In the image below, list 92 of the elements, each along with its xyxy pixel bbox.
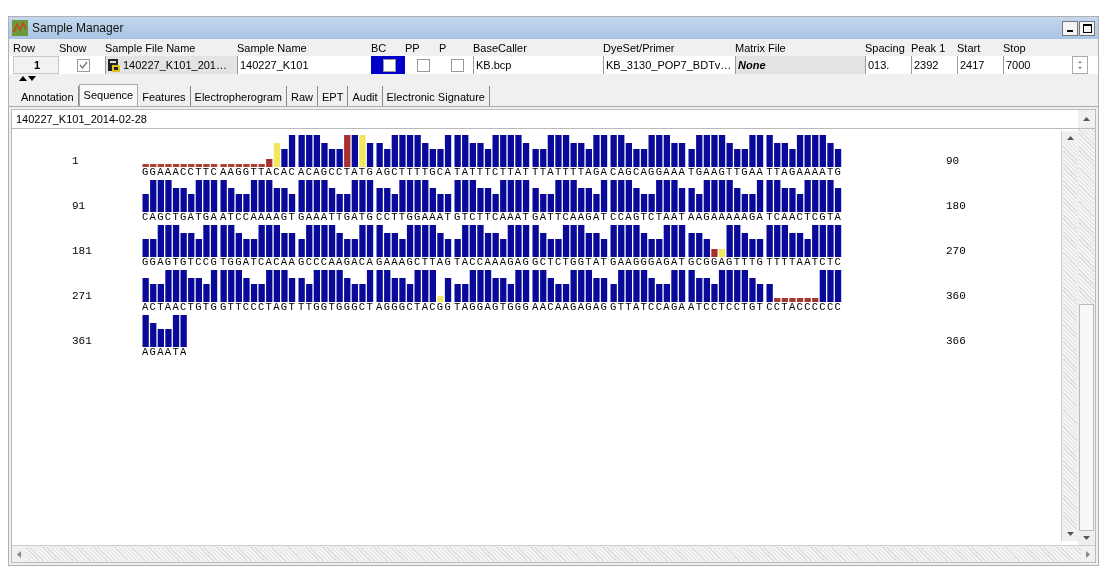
position-number: 360 — [946, 289, 967, 302]
up-arrow-icon — [1065, 135, 1075, 141]
base-sequence: GAAGGGAGAT — [610, 257, 687, 268]
horizontal-scrollbar[interactable] — [12, 545, 1095, 562]
base-sequence: AACAAGAGAG — [532, 302, 609, 313]
base-sequence: GCCCAAGACA — [298, 257, 375, 268]
base-sequence: TGAAGTTGAA — [688, 167, 765, 178]
position-number: 361 — [71, 334, 93, 347]
base-sequence: TACCAAAGAG — [454, 257, 531, 268]
position-number: 181 — [71, 244, 93, 257]
base-sequence: TATTTCTTAT — [454, 167, 531, 178]
base-sequence: CCTACCCCCC — [766, 302, 843, 313]
vertical-scrollbar[interactable] — [1078, 110, 1095, 128]
base-sequence: CAGCTGATGA — [142, 212, 218, 223]
vertical-scrollbar[interactable] — [1061, 131, 1078, 541]
column-header: Matrix File — [735, 42, 787, 56]
vertical-scrollbar[interactable] — [1078, 129, 1095, 545]
column-header: Sample File Name — [105, 42, 197, 56]
column-header: BaseCaller — [473, 42, 528, 56]
position-number: 270 — [946, 244, 967, 257]
column-header: Row — [13, 42, 36, 56]
column-header: DyeSet/Primer — [603, 42, 676, 56]
base-sequence: GCGGAGTTTG — [688, 257, 765, 268]
column-header: Peak 1 — [911, 42, 947, 56]
base-sequence: TTATTTTAGA — [532, 167, 609, 178]
column-header: P — [439, 42, 448, 56]
base-sequence: GGAAACCTTC — [142, 167, 218, 178]
base-sequence: AAGAAAAAGA — [688, 212, 765, 223]
base-sequence: GATTCAAGAT — [532, 212, 609, 223]
tab[interactable]: Sequence — [78, 84, 139, 106]
base-sequence: ATCCAAAAGT — [220, 212, 297, 223]
base-sequence: GCTCTGGTAT — [532, 257, 609, 268]
base-sequence: AGCTTTTGCA — [376, 167, 453, 178]
table-cell: KB.bcp — [473, 56, 603, 74]
base-sequence: TTTTAATCTC — [766, 257, 843, 268]
minimize-button[interactable] — [1062, 20, 1078, 36]
checkbox[interactable] — [76, 58, 90, 72]
checkbox[interactable] — [450, 58, 464, 72]
column-header: BC — [371, 42, 388, 56]
base-sequence: GTTCCCTAGT — [220, 302, 297, 313]
table-cell: 7000 — [1003, 56, 1049, 74]
base-sequence: TCAACTCGTA — [766, 212, 843, 223]
table-cell: 2392 — [911, 56, 957, 74]
splitter-arrows-icon[interactable] — [19, 75, 37, 82]
spinner-control[interactable] — [1072, 56, 1088, 74]
right-arrow-icon — [1085, 549, 1091, 559]
window-title: Sample Manager — [32, 21, 124, 35]
base-sequence: GGAGTGTCCG — [142, 257, 218, 268]
base-sequence: GAAATTGATG — [298, 212, 375, 223]
checkbox[interactable] — [382, 58, 396, 72]
base-sequence: GTCTTCAAAT — [454, 212, 531, 223]
base-sequence: ACAGCCTATG — [298, 167, 375, 178]
position-number: 91 — [71, 199, 87, 212]
table-cell: 2417 — [957, 56, 1003, 74]
table-cell: None — [735, 56, 865, 74]
base-sequence: ATCCTCCTGT — [688, 302, 765, 313]
table-cell: 140227_K101_201… — [123, 59, 227, 71]
column-header: Start — [957, 42, 982, 56]
base-sequence: TGGATCACAA — [220, 257, 297, 268]
base-sequence: TAGGAGTGGG — [454, 302, 531, 313]
up-down-arrows-icon — [1076, 58, 1084, 72]
table-cell: 013. — [865, 56, 911, 74]
base-sequence: GAAAGCTTAG — [376, 257, 453, 268]
column-header: Sample Name — [237, 42, 308, 56]
base-sequence: ACTAACTGTG — [142, 302, 218, 313]
position-number: 180 — [946, 199, 967, 212]
column-header: Stop — [1003, 42, 1027, 56]
row-number: 1 — [13, 56, 59, 74]
position-number: 1 — [71, 154, 80, 167]
position-number: 90 — [946, 154, 961, 167]
column-header: Spacing — [865, 42, 906, 56]
base-sequence: AGGGCTACGG — [376, 302, 453, 313]
base-sequence: CAGCAGGAAA — [610, 167, 687, 178]
left-arrow-icon — [16, 549, 22, 559]
column-header: Show — [59, 42, 88, 56]
up-arrow-icon — [1082, 116, 1091, 122]
base-sequence: AAGGTTACAC — [220, 167, 297, 178]
position-number: 271 — [71, 289, 93, 302]
position-number: 366 — [946, 334, 967, 347]
base-sequence: CCAGTCTAAT — [610, 212, 687, 223]
app-icon — [12, 20, 28, 36]
maximize-icon — [1082, 23, 1092, 33]
checkbox[interactable] — [416, 58, 430, 72]
base-sequence: GTTATCCAGA — [610, 302, 687, 313]
base-sequence: AGAATA — [142, 347, 188, 358]
quality-bars-drawing — [142, 315, 188, 347]
base-sequence: TTGGTGGGCT — [298, 302, 375, 313]
maximize-button[interactable] — [1079, 20, 1095, 36]
sample-label: 140227_K101_2014-02-28 — [15, 112, 147, 127]
base-sequence: CCTTGGAAAT — [376, 212, 453, 223]
column-header: PP — [405, 42, 421, 56]
base-sequence: TTAGAAAATG — [766, 167, 843, 178]
